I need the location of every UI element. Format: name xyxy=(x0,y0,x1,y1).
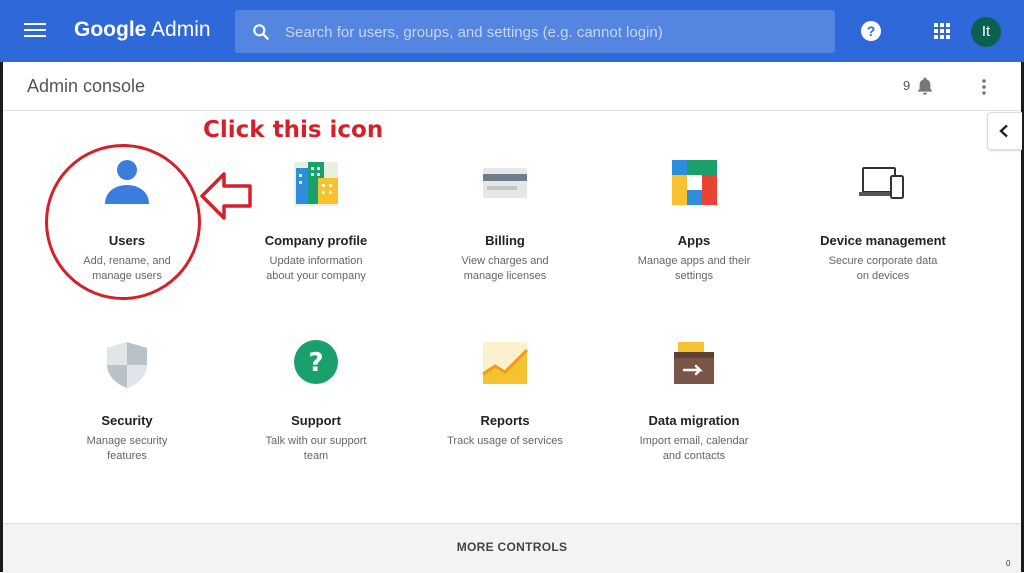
data-migration-icon[interactable] xyxy=(666,338,722,394)
card-description: Update information about your company xyxy=(266,255,366,282)
account-avatar[interactable]: It xyxy=(971,17,1001,47)
card-device-management[interactable]: Device management Secure corporate data o… xyxy=(793,158,973,284)
collapse-panel-tab[interactable] xyxy=(987,112,1022,150)
page-title: Admin console xyxy=(27,76,146,96)
billing-icon[interactable] xyxy=(477,158,533,214)
company-profile-icon[interactable] xyxy=(288,158,344,214)
users-icon[interactable] xyxy=(99,158,155,214)
corner-indicator: 0 xyxy=(1006,559,1011,568)
card-title: Company profile xyxy=(264,233,368,248)
card-support[interactable]: ? Support Talk with our support team xyxy=(226,338,406,464)
hamburger-menu-icon[interactable] xyxy=(24,20,46,42)
more-vert-icon[interactable] xyxy=(981,78,987,96)
console-header: Admin console 9 xyxy=(3,62,1021,111)
card-description: Add, rename, and manage users xyxy=(83,255,171,282)
card-description: Talk with our support team xyxy=(265,435,367,462)
annotation-arrow-icon xyxy=(200,172,252,220)
card-description: Import email, calendar and contacts xyxy=(639,435,749,462)
search-box[interactable] xyxy=(235,10,835,53)
search-input[interactable] xyxy=(283,16,827,48)
card-reports[interactable]: Reports Track usage of services xyxy=(415,338,595,449)
reports-icon[interactable] xyxy=(477,338,533,394)
card-title: Reports xyxy=(480,413,530,428)
notifications-bell-icon[interactable] xyxy=(916,76,934,96)
card-description: Manage apps and their settings xyxy=(637,255,751,282)
apps-icon[interactable] xyxy=(666,158,722,214)
notification-count: 9 xyxy=(903,78,911,93)
card-description: Track usage of services xyxy=(447,435,563,447)
footer-bar: MORE CONTROLS xyxy=(3,523,1021,573)
card-title: Users xyxy=(108,233,146,248)
card-title: Billing xyxy=(485,233,525,248)
help-icon[interactable]: ? xyxy=(861,21,881,41)
card-users[interactable]: Users Add, rename, and manage users xyxy=(37,158,217,284)
card-title: Apps xyxy=(677,233,711,248)
app-launcher-icon[interactable] xyxy=(934,23,950,39)
card-title: Data migration xyxy=(648,413,740,428)
top-app-bar: Google Admin ? It xyxy=(0,0,1024,62)
card-description: View charges and manage licenses xyxy=(461,255,549,282)
device-icon[interactable] xyxy=(855,158,911,214)
card-title: Support xyxy=(291,413,341,428)
brand-admin: Admin xyxy=(151,18,211,41)
card-apps[interactable]: Apps Manage apps and their settings xyxy=(604,158,784,284)
chevron-left-icon xyxy=(999,124,1008,138)
security-icon[interactable] xyxy=(99,338,155,394)
card-title: Security xyxy=(101,413,153,428)
card-security[interactable]: Security Manage security features xyxy=(37,338,217,464)
card-description: Secure corporate data on devices xyxy=(828,255,938,282)
brand-logo[interactable]: Google Admin xyxy=(74,18,211,42)
support-icon[interactable]: ? xyxy=(288,338,344,394)
card-billing[interactable]: Billing View charges and manage licenses xyxy=(415,158,595,284)
brand-google: Google xyxy=(74,18,147,41)
card-data-migration[interactable]: Data migration Import email, calendar and… xyxy=(604,338,784,464)
card-description: Manage security features xyxy=(86,435,168,462)
search-icon[interactable] xyxy=(251,22,271,42)
annotation-label: Click this icon xyxy=(203,117,384,143)
svg-text:?: ? xyxy=(308,348,323,378)
more-controls-button[interactable]: MORE CONTROLS xyxy=(3,540,1021,554)
card-title: Device management xyxy=(820,233,946,248)
